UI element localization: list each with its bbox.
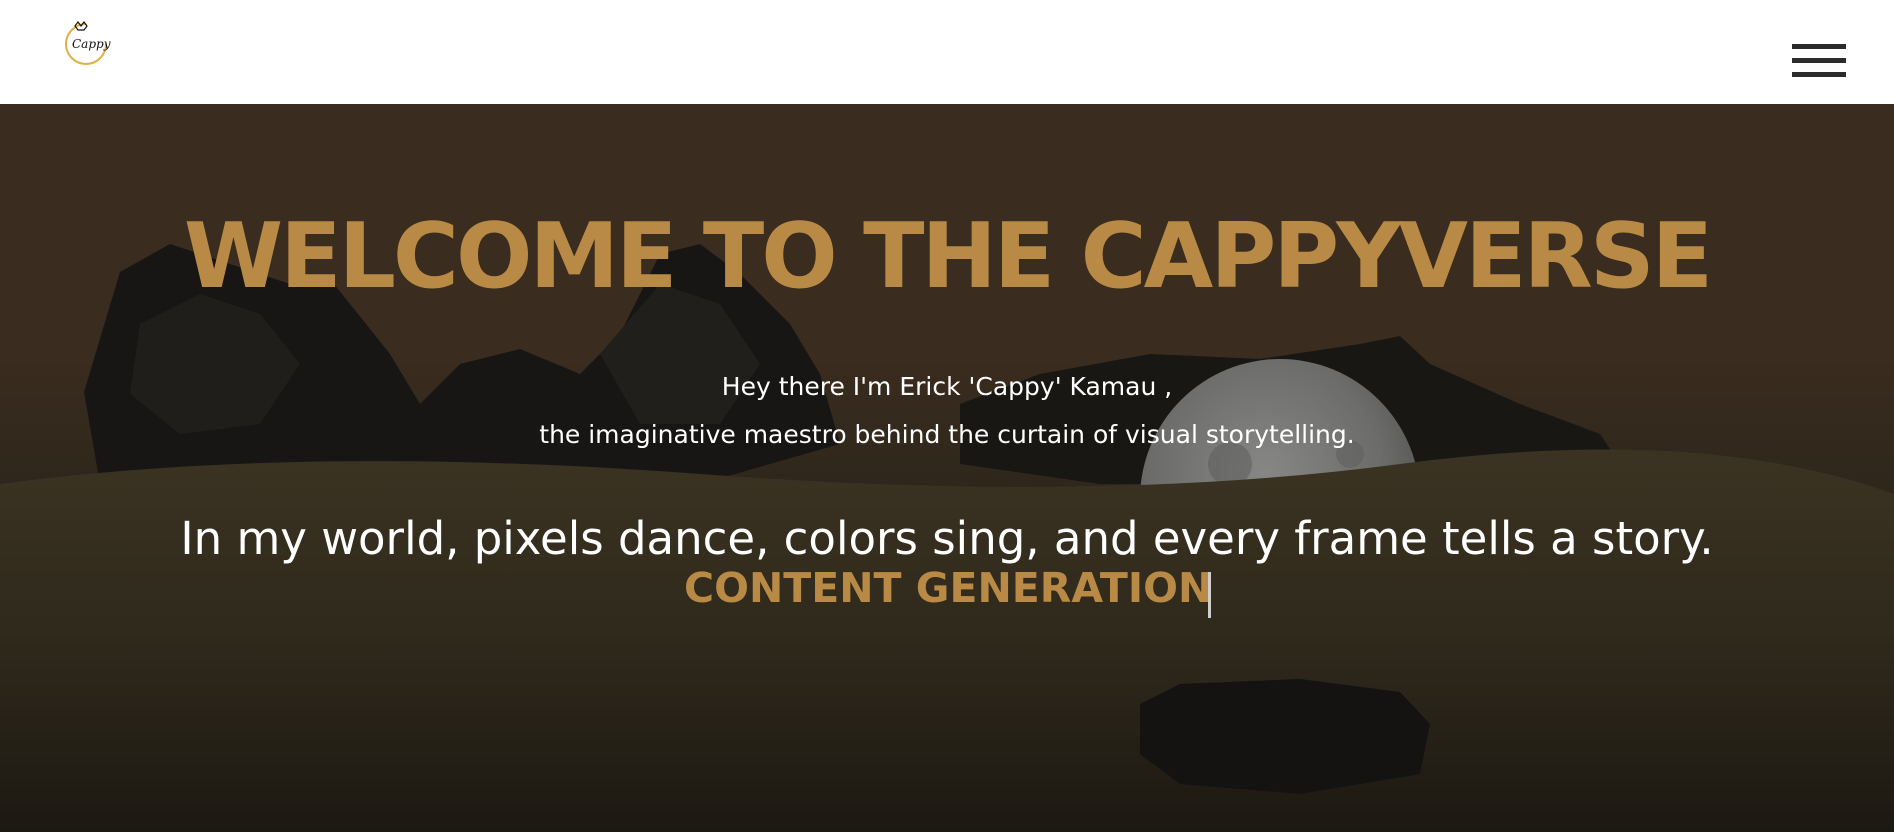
menu-bar [1792, 44, 1846, 49]
typing-caret [1208, 572, 1211, 618]
hero-section: WELCOME TO THE CAPPYVERSE Hey there I'm … [0, 104, 1894, 832]
site-header: Cappy [0, 0, 1894, 104]
menu-bar [1792, 58, 1846, 63]
hero-tagline: In my world, pixels dance, colors sing, … [180, 512, 1714, 565]
hero-intro-line1: Hey there I'm Erick 'Cappy' Kamau , [721, 372, 1173, 401]
hamburger-menu-icon[interactable] [1792, 44, 1846, 84]
hero-title: WELCOME TO THE CAPPYVERSE [183, 204, 1713, 309]
typed-service-text: CONTENT GENERATION [684, 564, 1213, 612]
menu-bar [1792, 72, 1846, 77]
logo-text: Cappy [72, 37, 111, 51]
logo[interactable]: Cappy [62, 20, 110, 68]
hero-intro-line2: the imaginative maestro behind the curta… [539, 420, 1355, 449]
